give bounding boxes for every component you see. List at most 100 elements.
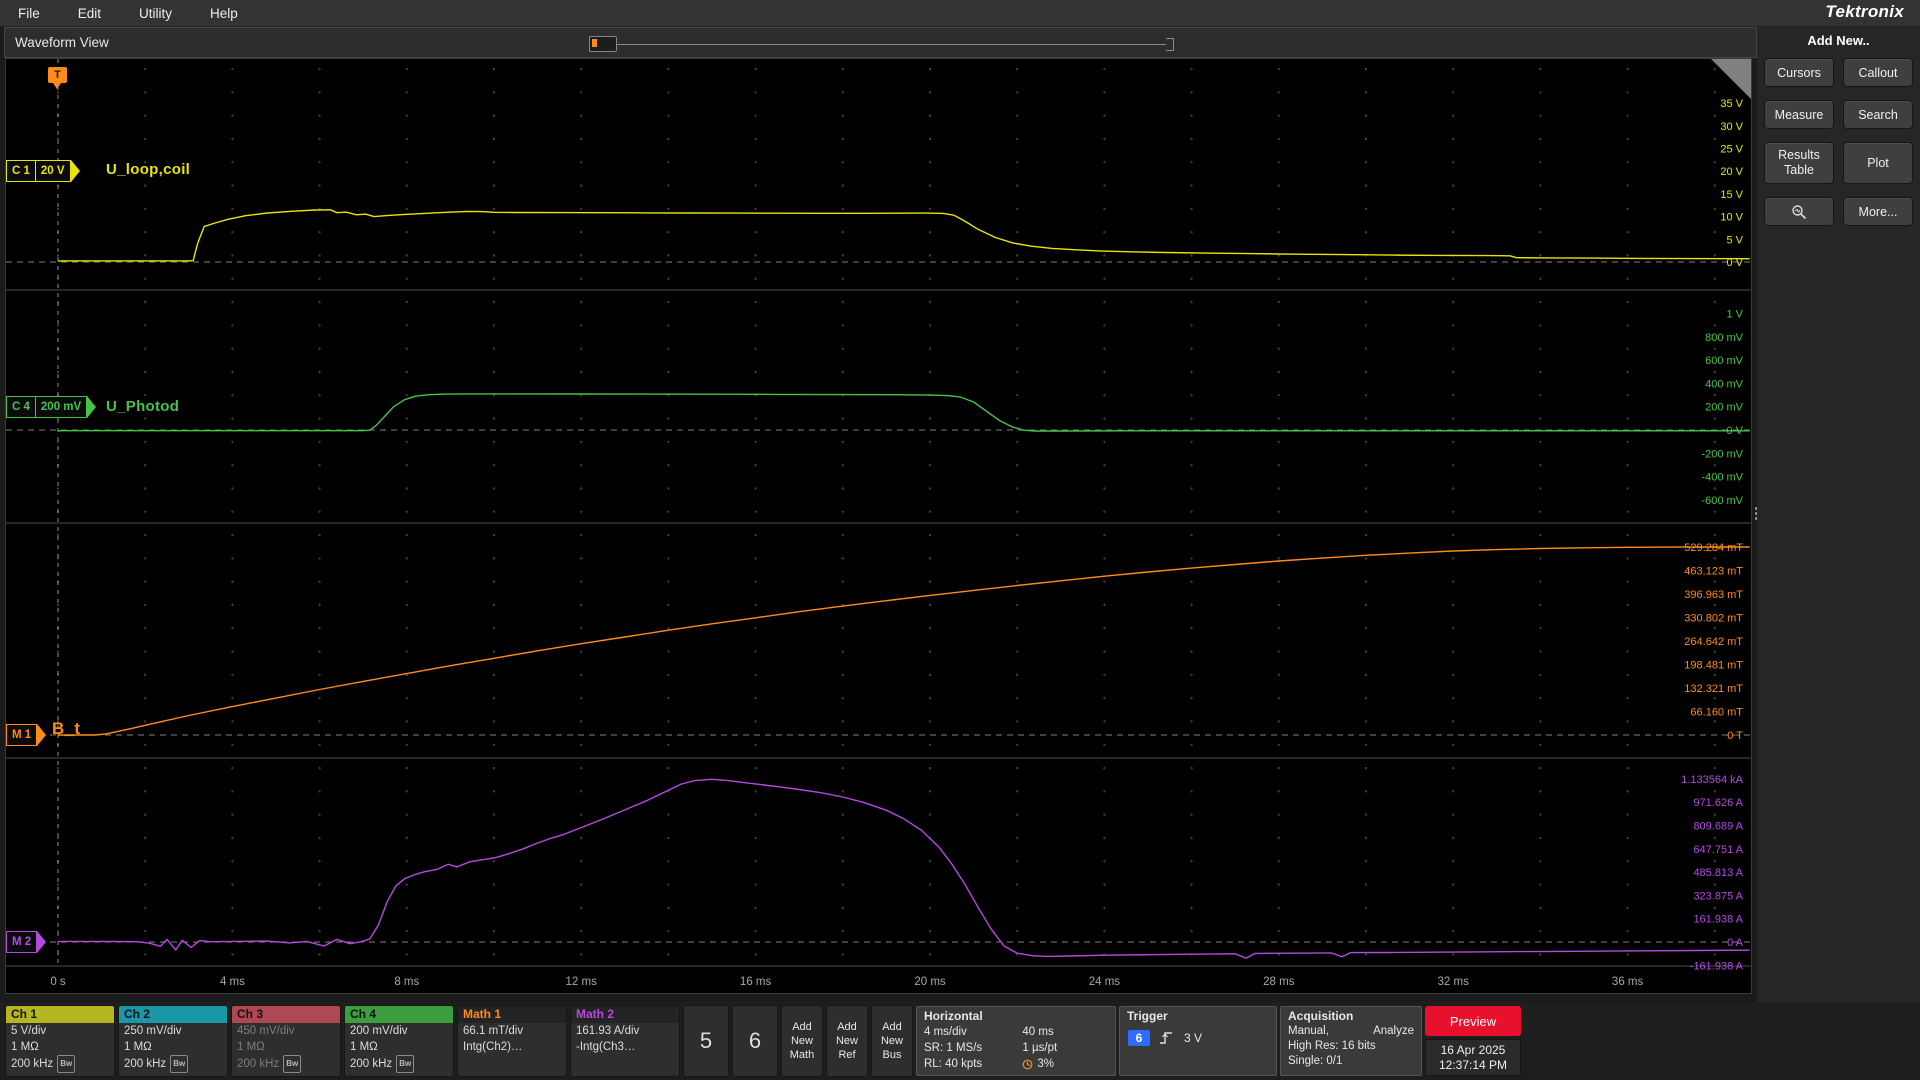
- rising-edge-icon: [1160, 1032, 1172, 1044]
- svg-text:25 V: 25 V: [1720, 144, 1743, 156]
- menu-edit[interactable]: Edit: [78, 6, 101, 21]
- svg-text:0 V: 0 V: [1726, 425, 1743, 437]
- ch3-bandwidth: 200 kHz Bw: [232, 1055, 340, 1073]
- svg-text:4 ms: 4 ms: [220, 976, 245, 988]
- svg-text:971.626 A: 971.626 A: [1693, 797, 1743, 809]
- ch1-scale: 5 V/div: [11, 1025, 47, 1037]
- channel-4-badge[interactable]: Ch 4 200 mV/div 1 MΩ 200 kHz Bw: [344, 1005, 454, 1077]
- svg-text:32 ms: 32 ms: [1438, 976, 1470, 988]
- overview-end-bracket[interactable]: [1166, 37, 1174, 51]
- overview-window-icon[interactable]: [589, 36, 617, 52]
- svg-text:600 mV: 600 mV: [1705, 355, 1744, 367]
- more-button[interactable]: More...: [1843, 197, 1913, 226]
- channel-badge-c4[interactable]: C 4 200 mV: [6, 396, 97, 418]
- cursors-button[interactable]: Cursors: [1764, 58, 1834, 87]
- zoom-corner-button[interactable]: [1711, 59, 1751, 99]
- svg-text:24 ms: 24 ms: [1089, 976, 1121, 988]
- math2-scale: 161.93 A/div: [576, 1025, 640, 1037]
- add-new-math-button[interactable]: Add New Math: [781, 1005, 823, 1077]
- trigger-level: 3 V: [1184, 1031, 1203, 1045]
- trace-label-uloop: U_loop,coil: [106, 161, 191, 178]
- channel-3-header: Ch 3: [232, 1006, 340, 1023]
- measure-button[interactable]: Measure: [1764, 100, 1834, 129]
- channel-2-header: Ch 2: [119, 1006, 227, 1023]
- add-new-bus-button[interactable]: Add New Bus: [871, 1005, 913, 1077]
- math-badge-m2[interactable]: M 2: [6, 931, 47, 953]
- ch2-impedance: 1 MΩ: [124, 1041, 152, 1053]
- svg-text:16 ms: 16 ms: [740, 976, 772, 988]
- menu-bar: File Edit Utility Help Tektronix: [0, 0, 1920, 27]
- math2-expression: -Intg(Ch3…: [576, 1041, 636, 1053]
- channel-badge-c4-scale: 200 mV: [34, 396, 88, 418]
- svg-text:35 V: 35 V: [1720, 98, 1743, 110]
- trigger-flag-icon[interactable]: T: [48, 67, 67, 89]
- svg-text:0 A: 0 A: [1727, 937, 1744, 949]
- math-2-badge[interactable]: Math 2 161.93 A/div -Intg(Ch3…: [570, 1005, 680, 1077]
- waveform-canvas[interactable]: 35 V 30 V 25 V 20 V 15 V 10 V 5 V 0 V 1 V 800 mV 6…: [6, 59, 1751, 993]
- svg-text:15 V: 15 V: [1720, 189, 1743, 201]
- plot-button[interactable]: Plot: [1843, 142, 1913, 184]
- bandwidth-badge: Bw: [283, 1055, 302, 1073]
- svg-text:30 V: 30 V: [1720, 121, 1743, 133]
- horizontal-position: 3%: [1022, 1056, 1108, 1072]
- ch4-scale: 200 mV/div: [350, 1025, 408, 1037]
- acquisition-title: Acquisition: [1288, 1009, 1354, 1023]
- svg-text:-161.938 A: -161.938 A: [1690, 960, 1744, 972]
- svg-text:400 mV: 400 mV: [1705, 378, 1744, 390]
- channel-3-badge[interactable]: Ch 3 450 mV/div 1 MΩ 200 kHz Bw: [231, 1005, 341, 1077]
- channel-badge-c1-name: C 1: [6, 160, 36, 182]
- overview-track[interactable]: [617, 43, 1166, 45]
- channel-1-badge[interactable]: Ch 1 5 V/div 1 MΩ 200 kHz Bw: [5, 1005, 115, 1077]
- channel-badge-arrow-icon: [70, 160, 80, 182]
- svg-text:485.813 A: 485.813 A: [1693, 867, 1743, 879]
- results-table-button[interactable]: Results Table: [1764, 142, 1834, 184]
- datetime-display: 16 Apr 2025 12:37:14 PM: [1425, 1039, 1521, 1076]
- horizontal-title: Horizontal: [924, 1009, 983, 1023]
- math-1-badge[interactable]: Math 1 66.1 mT/div Intg(Ch2)…: [457, 1005, 567, 1077]
- ch4-bandwidth: 200 kHz Bw: [345, 1055, 453, 1073]
- channel-5-button[interactable]: 5: [683, 1005, 729, 1077]
- channel-badge-c1[interactable]: C 1 20 V: [6, 160, 80, 182]
- channel-2-badge[interactable]: Ch 2 250 mV/div 1 MΩ 200 kHz Bw: [118, 1005, 228, 1077]
- ch1-impedance: 1 MΩ: [11, 1041, 39, 1053]
- ch2-scale: 250 mV/div: [124, 1025, 182, 1037]
- bandwidth-badge: Bw: [57, 1055, 76, 1073]
- svg-text:28 ms: 28 ms: [1263, 976, 1295, 988]
- svg-text:-600 mV: -600 mV: [1701, 495, 1743, 507]
- horizontal-panel[interactable]: Horizontal 4 ms/div 40 ms SR: 1 MS/s 1 µ…: [916, 1006, 1116, 1076]
- trigger-title: Trigger: [1127, 1009, 1168, 1023]
- ch3-scale: 450 mV/div: [237, 1025, 295, 1037]
- math-badge-m1[interactable]: M 1: [6, 724, 47, 746]
- trigger-panel[interactable]: Trigger 6 3 V: [1119, 1006, 1277, 1076]
- svg-text:198.481 mT: 198.481 mT: [1684, 660, 1743, 672]
- menu-help[interactable]: Help: [210, 6, 238, 21]
- trigger-source-badge: 6: [1128, 1030, 1150, 1046]
- sample-interval: 1 µs/pt: [1022, 1042, 1058, 1054]
- add-new-ref-button[interactable]: Add New Ref: [826, 1005, 868, 1077]
- channel-6-button[interactable]: 6: [732, 1005, 778, 1077]
- channel-badge-c4-name: C 4: [6, 396, 36, 418]
- svg-text:-200 mV: -200 mV: [1701, 448, 1743, 460]
- svg-text:12 ms: 12 ms: [566, 976, 598, 988]
- magnifier-icon: [1751, 62, 1752, 80]
- channel-badge-arrow-icon: [37, 931, 47, 953]
- svg-text:66.160 mT: 66.160 mT: [1690, 707, 1743, 719]
- svg-text:800 mV: 800 mV: [1705, 332, 1744, 344]
- waveform-display[interactable]: 35 V 30 V 25 V 20 V 15 V 10 V 5 V 0 V 1 V 800 mV 6…: [5, 58, 1752, 994]
- ch1-bandwidth: 200 kHz Bw: [6, 1055, 114, 1073]
- preview-button[interactable]: Preview: [1425, 1006, 1521, 1036]
- math-badge-m2-name: M 2: [6, 931, 38, 953]
- waveform-view-titlebar: Waveform View: [4, 27, 1757, 58]
- menu-utility[interactable]: Utility: [139, 6, 172, 21]
- zoom-tool-button[interactable]: [1764, 197, 1834, 226]
- callout-button[interactable]: Callout: [1843, 58, 1913, 87]
- preview-column: Preview 16 Apr 2025 12:37:14 PM: [1425, 1006, 1521, 1076]
- menu-file[interactable]: File: [18, 6, 40, 21]
- search-button[interactable]: Search: [1843, 100, 1913, 129]
- channel-badge-arrow-icon: [37, 724, 47, 746]
- svg-text:809.689 A: 809.689 A: [1693, 821, 1743, 833]
- svg-text:161.938 A: 161.938 A: [1693, 914, 1743, 926]
- svg-text:323.875 A: 323.875 A: [1693, 890, 1743, 902]
- acquisition-panel[interactable]: Acquisition Manual, Analyze High Res: 16…: [1280, 1006, 1422, 1076]
- horizontal-overview-bar[interactable]: [589, 36, 1174, 52]
